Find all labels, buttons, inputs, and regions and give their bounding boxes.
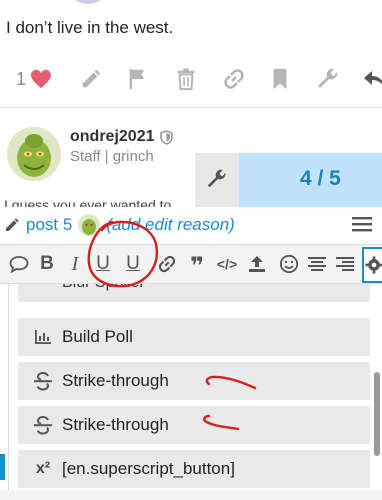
input-edge <box>0 454 5 480</box>
strikethrough-icon <box>28 415 58 435</box>
shield-icon <box>160 129 174 145</box>
reply-icon[interactable] <box>362 66 382 92</box>
user-title: Staff | grinch <box>70 148 154 165</box>
avatar <box>78 214 101 236</box>
username[interactable]: ondrej2021 <box>70 128 154 146</box>
quote-icon[interactable]: ❞ <box>186 253 208 280</box>
menu-item-superscript[interactable]: x² [en.superscript_button] <box>18 450 370 488</box>
menu-item-label: Strike-through <box>62 371 169 390</box>
superscript-icon: x² <box>28 460 58 478</box>
link-icon[interactable] <box>222 66 246 92</box>
superscript-icon-text: x² <box>35 460 51 477</box>
like-count: 1 <box>16 68 27 89</box>
align-center-icon[interactable] <box>306 253 328 275</box>
divider <box>0 490 382 500</box>
wrench-icon[interactable] <box>316 66 340 92</box>
code-icon[interactable]: </> <box>216 253 238 275</box>
emoji-icon[interactable] <box>278 253 300 275</box>
speech-bubble-icon[interactable] <box>8 253 30 275</box>
timeline-count: 4 / 5 <box>300 167 341 190</box>
pencil-icon[interactable] <box>80 66 102 92</box>
menu-item-blur-spoiler[interactable]: Blur Spoiler <box>18 284 370 302</box>
menu-item-label: [en.superscript_button] <box>62 459 235 478</box>
underline-icon[interactable]: U <box>92 253 114 275</box>
pencil-icon <box>4 217 20 233</box>
gear-icon <box>365 256 382 274</box>
menu-item-build-poll[interactable]: Build Poll <box>18 318 370 356</box>
bookmark-icon[interactable] <box>272 66 288 92</box>
composer-toolbar: B I U U ❞ </> <box>0 244 382 284</box>
timeline-controls-button[interactable] <box>195 153 239 207</box>
menu-item-strike-through[interactable]: Strike-through <box>18 406 370 444</box>
link-icon[interactable] <box>156 253 178 275</box>
menu-item-label: Blur Spoiler <box>62 284 145 292</box>
composer-menu-icon[interactable] <box>352 216 372 232</box>
post-body-text: I guess you ever wanted to <box>4 197 172 207</box>
avatar[interactable] <box>66 0 110 4</box>
menu-item-strike-through[interactable]: Strike-through <box>18 362 370 400</box>
menu-item-label: Build Poll <box>62 327 133 346</box>
chart-icon <box>28 329 58 345</box>
flag-icon[interactable] <box>127 66 147 92</box>
bold-icon[interactable]: B <box>36 253 58 275</box>
underline-icon[interactable]: U <box>122 253 144 275</box>
wrench-icon <box>206 168 228 190</box>
upload-icon[interactable] <box>246 253 268 275</box>
trash-icon[interactable] <box>176 66 196 92</box>
heart-icon <box>30 69 52 89</box>
post-number-link[interactable]: post 5 <box>26 215 72 235</box>
post-actions: 1 <box>0 54 382 104</box>
reply-to-post[interactable]: post 5 (add edit reason) <box>4 214 235 236</box>
strikethrough-icon <box>28 371 58 391</box>
post-author[interactable]: ondrej2021 <box>70 128 174 146</box>
edit-reason-link[interactable]: (add edit reason) <box>106 215 235 235</box>
options-gear-button[interactable] <box>362 247 382 283</box>
scrollbar[interactable] <box>374 372 380 456</box>
post-body-text: I don’t live in the west. <box>6 18 174 37</box>
align-right-icon[interactable] <box>334 253 356 275</box>
divider <box>0 107 382 108</box>
like-button[interactable]: 1 <box>16 66 52 92</box>
menu-item-label: Strike-through <box>62 415 169 434</box>
italic-icon[interactable]: I <box>64 253 86 275</box>
avatar[interactable] <box>7 127 61 181</box>
